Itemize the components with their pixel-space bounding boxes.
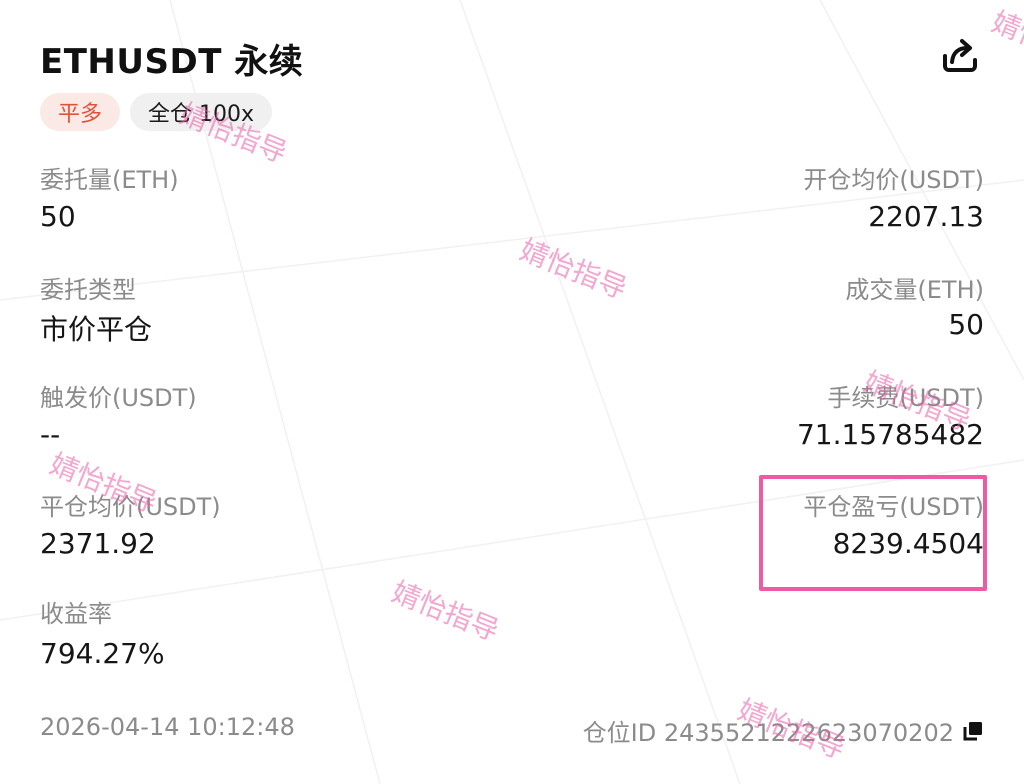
pnl-highlight-box xyxy=(759,475,987,591)
watermark-text: 婧怡指导 xyxy=(987,5,1024,78)
order-timestamp: 2026-04-14 10:12:48 xyxy=(40,713,295,741)
watermark-text: 婧怡指导 xyxy=(387,575,504,648)
trigger-price-label: 触发价(USDT) xyxy=(40,384,197,412)
order-type-value: 市价平仓 xyxy=(40,313,153,346)
order-qty-label: 委托量(ETH) xyxy=(40,166,179,194)
open-avg-label: 开仓均价(USDT) xyxy=(803,166,984,194)
tag-row: 平多 全仓 100x xyxy=(40,93,273,131)
share-icon xyxy=(943,39,977,72)
share-button[interactable] xyxy=(940,36,980,76)
page-title: ETHUSDT 永续 xyxy=(40,42,304,82)
roi-value: 794.27% xyxy=(40,637,165,670)
filled-qty-label: 成交量(ETH) xyxy=(845,276,984,304)
open-avg-value: 2207.13 xyxy=(868,200,984,233)
side-tag: 平多 xyxy=(40,93,121,131)
order-type-label: 委托类型 xyxy=(40,276,136,304)
close-avg-label: 平仓均价(USDT) xyxy=(40,493,221,521)
close-avg-value: 2371.92 xyxy=(40,527,156,560)
fee-label: 手续费(USDT) xyxy=(827,384,984,412)
roi-label: 收益率 xyxy=(40,600,112,628)
position-id-text: 仓位ID 2435521222623070202 xyxy=(582,719,954,747)
margin-tag: 全仓 100x xyxy=(130,93,273,131)
position-id-row: 仓位ID 2435521222623070202 xyxy=(583,713,984,748)
watermark-text: 婧怡指导 xyxy=(515,233,632,306)
filled-qty-value: 50 xyxy=(948,308,984,341)
fee-value: 71.15785482 xyxy=(796,418,984,451)
copy-icon[interactable] xyxy=(962,720,984,742)
trigger-price-value: -- xyxy=(40,418,61,451)
order-qty-value: 50 xyxy=(40,200,76,233)
